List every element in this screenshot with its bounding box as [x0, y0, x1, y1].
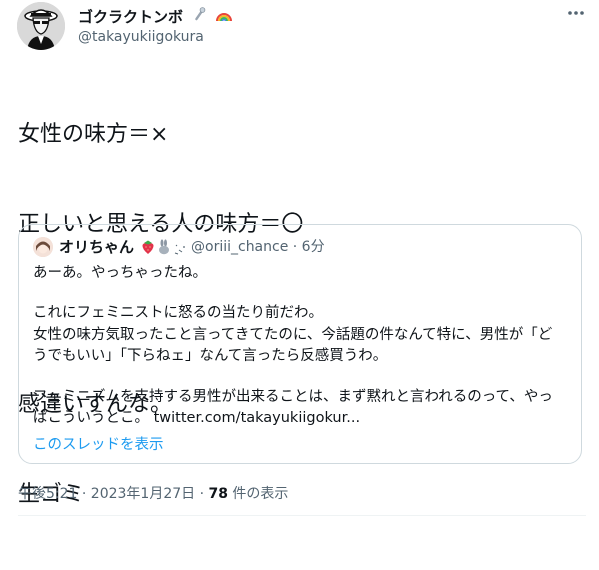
tweet-timestamp[interactable]: 午後5:21 · 2023年1月27日 · — [18, 486, 209, 502]
view-count-label: 件の表示 — [227, 486, 289, 502]
author-avatar[interactable] — [17, 2, 65, 50]
tweet-meta: 午後5:21 · 2023年1月27日 · 78 件の表示 — [18, 484, 288, 504]
quote-text-line: うでもいい」「下らねェ」なんて言ったら反感買うわ。 — [33, 348, 388, 364]
tweet: ゴクラクトンボ @takayukiigokura 女性の味方＝× 正しいと思える… — [0, 0, 599, 525]
author-display-name[interactable]: ゴクラクトンボ — [78, 7, 183, 27]
rabbit-emoji-icon — [157, 239, 171, 259]
tweet-line: 女性の味方＝× — [18, 122, 169, 147]
quote-text-line: あーあ。やっちゃったね。 — [33, 265, 207, 281]
quote-text-line: これにフェミニストに怒るの当たり前だわ。 — [33, 305, 323, 321]
strawberry-emoji-icon — [141, 239, 155, 259]
pin-emoji-icon — [191, 6, 207, 27]
author-name-row[interactable]: ゴクラクトンボ — [78, 6, 233, 27]
more-options-icon[interactable] — [566, 5, 586, 21]
divider — [18, 515, 586, 516]
quote-text-line: 女性の味方気取ったこと言ってきてたのに、今話題の件なんて特に、男性が「ど — [33, 327, 553, 343]
view-count: 78 — [208, 486, 228, 502]
quote-text-line: フェミニズムを支持する男性が出来ることは、まず黙れと言われるのって、やっ — [33, 389, 553, 405]
quote-author-handle: @oriii_chance · 6分 — [191, 239, 325, 255]
quote-author-avatar — [33, 237, 53, 257]
quote-author-name: オリちゃん — [59, 238, 135, 256]
author-handle[interactable]: @takayukiigokura — [78, 28, 204, 46]
quote-text-line: ぱこういうとこ。 twitter.com/takayukiigokur... — [33, 410, 361, 426]
quoted-tweet[interactable]: オリちゃん @oriii_chance · 6分 あーあ。やっちゃったね。 これ… — [18, 224, 582, 464]
rainbow-emoji-icon — [215, 7, 233, 27]
sparkle-emoji-icon — [173, 241, 187, 260]
show-thread-link[interactable]: このスレッドを表示 — [33, 435, 164, 455]
